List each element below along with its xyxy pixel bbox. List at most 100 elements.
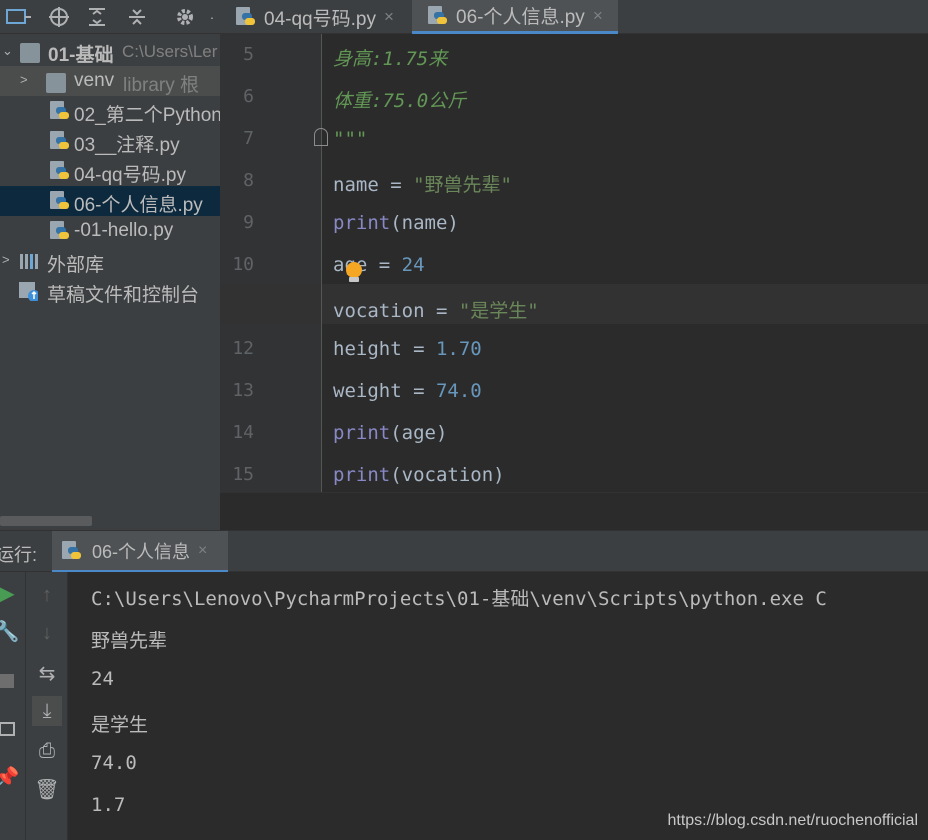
tab-label: 04-qq号码.py (264, 8, 376, 30)
line-number: 13 (232, 380, 254, 401)
layout-icon[interactable] (0, 714, 22, 744)
project-tree: ⌄ 01-基础 C:\Users\Ler > venv library 根 02… (0, 34, 220, 530)
console-line: C:\Users\Lenovo\PycharmProjects\01-基础\ve… (91, 588, 827, 610)
python-file-icon (50, 131, 70, 151)
code-line: print(vocation) (333, 464, 505, 486)
code-token: (vocation) (390, 464, 505, 486)
python-file-icon (236, 7, 258, 27)
console-output[interactable]: C:\Users\Lenovo\PycharmProjects\01-基础\ve… (68, 572, 928, 840)
python-file-icon (50, 221, 70, 241)
root-path: C:\Users\Ler (122, 42, 218, 61)
code-token: print (333, 212, 391, 234)
tree-item-scratches[interactable]: 草稿文件和控制台 (0, 276, 220, 306)
line-number: 9 (243, 212, 254, 233)
code-token: "野兽先辈" (413, 174, 512, 196)
fold-icon[interactable] (314, 128, 328, 146)
tab-personal-info[interactable]: 06-个人信息.py × (412, 0, 618, 34)
trash-icon[interactable]: 🗑 (32, 774, 62, 804)
horizontal-scrollbar[interactable] (0, 516, 92, 526)
monitor-icon (6, 9, 31, 24)
code-token: 24 (401, 254, 425, 276)
line-number: 6 (243, 86, 254, 107)
folder-icon (20, 43, 40, 63)
tree-item-external-libs[interactable]: > 外部库 (0, 246, 220, 276)
chevron-right-icon[interactable]: > (20, 72, 28, 87)
console-line: 24 (91, 668, 114, 690)
line-number: 5 (243, 44, 254, 65)
close-icon[interactable]: × (384, 7, 394, 27)
root-name: 01-基础 (48, 45, 114, 66)
gear-icon[interactable] (170, 0, 200, 34)
current-line-highlight (220, 284, 928, 324)
close-icon[interactable]: × (198, 542, 207, 560)
folder-icon (46, 73, 66, 93)
stop-icon[interactable] (0, 666, 22, 696)
project-toolbar: · (0, 0, 220, 34)
pin-icon[interactable]: 📌 (0, 762, 22, 792)
run-tab-label: 06-个人信息 (92, 541, 191, 562)
line-number: 15 (232, 464, 254, 485)
run-label: 运行: (0, 545, 38, 565)
collapse-all-icon[interactable] (122, 0, 152, 34)
run-toolbar-primary: ▶ 🔧 📌 (0, 572, 26, 840)
tree-item-file-selected[interactable]: 06-个人信息.py (0, 186, 220, 216)
library-root-label: library 根 (123, 75, 200, 96)
expand-all-icon[interactable] (82, 0, 112, 34)
arrow-down-icon[interactable]: ↓ (32, 618, 62, 648)
run-tab[interactable]: 06-个人信息 × (52, 531, 228, 573)
code-line: vocation = "是学生" (333, 296, 539, 323)
soft-wrap-icon[interactable]: ⇆ (32, 658, 62, 688)
tree-item-venv[interactable]: > venv library 根 (0, 66, 220, 96)
code-token: """ (333, 128, 368, 150)
chevron-down-icon[interactable]: ⌄ (2, 43, 13, 59)
print-icon[interactable]: ⎙ (32, 736, 62, 766)
lightbulb-icon[interactable] (346, 262, 362, 278)
library-icon (20, 254, 38, 269)
code-token: name = (333, 174, 414, 196)
python-file-icon (50, 161, 70, 181)
run-icon[interactable]: ▶ (0, 578, 22, 608)
tab-qq-number[interactable]: 04-qq号码.py × (220, 0, 410, 34)
code-token: (age) (390, 422, 448, 444)
code-token: age = (333, 254, 402, 276)
python-file-icon (50, 191, 70, 211)
tree-item-file[interactable]: 02_第二个Python (0, 96, 220, 126)
scroll-to-end-icon[interactable]: ⤓ (32, 696, 62, 726)
locate-icon[interactable] (44, 0, 74, 34)
tree-item-file[interactable]: 04-qq号码.py (0, 156, 220, 186)
chevron-right-icon[interactable]: > (2, 252, 10, 267)
code-token: height = (333, 338, 436, 360)
code-token: 1.70 (435, 338, 482, 360)
code-token: 身高:1.75来 (333, 48, 448, 70)
code-line: print(age) (333, 422, 447, 444)
tree-item-label: 06-个人信息.py (74, 195, 203, 216)
code-token: 74.0 (435, 380, 482, 402)
close-icon[interactable]: × (593, 6, 603, 26)
watermark: https://blog.csdn.net/ruochenofficial (667, 812, 918, 829)
lightbulb-base (349, 277, 359, 282)
wrench-icon[interactable]: 🔧 (0, 616, 22, 646)
more-icon[interactable]: · (204, 0, 220, 34)
project-view-selector[interactable] (0, 0, 40, 34)
code-line: name = "野兽先辈" (333, 170, 512, 197)
tree-item-file[interactable]: 03__注释.py (0, 126, 220, 156)
tree-item-label: 草稿文件和控制台 (47, 285, 200, 306)
code-token: print (333, 422, 391, 444)
tree-item-label: 04-qq号码.py (74, 165, 186, 186)
line-number: 10 (232, 254, 254, 275)
console-line: 74.0 (91, 752, 137, 774)
arrow-up-icon[interactable]: ↑ (32, 580, 62, 610)
code-line: print(name) (333, 212, 459, 234)
line-number: 12 (232, 338, 254, 359)
line-number: 8 (243, 170, 254, 191)
tree-item-label: -01-hello.py (74, 220, 174, 241)
code-token: print (333, 464, 391, 486)
code-editor[interactable]: 56789101112131415 身高:1.75来体重:75.0公斤"""na… (220, 34, 928, 492)
gutter-divider (321, 34, 322, 492)
tree-root[interactable]: ⌄ 01-基础 C:\Users\Ler (0, 36, 220, 66)
python-file-icon (428, 5, 450, 26)
code-token: (name) (390, 212, 459, 234)
tree-item-label: 03__注释.py (74, 135, 180, 156)
tree-item-file[interactable]: -01-hello.py (0, 216, 220, 246)
code-line: """ (333, 128, 367, 150)
